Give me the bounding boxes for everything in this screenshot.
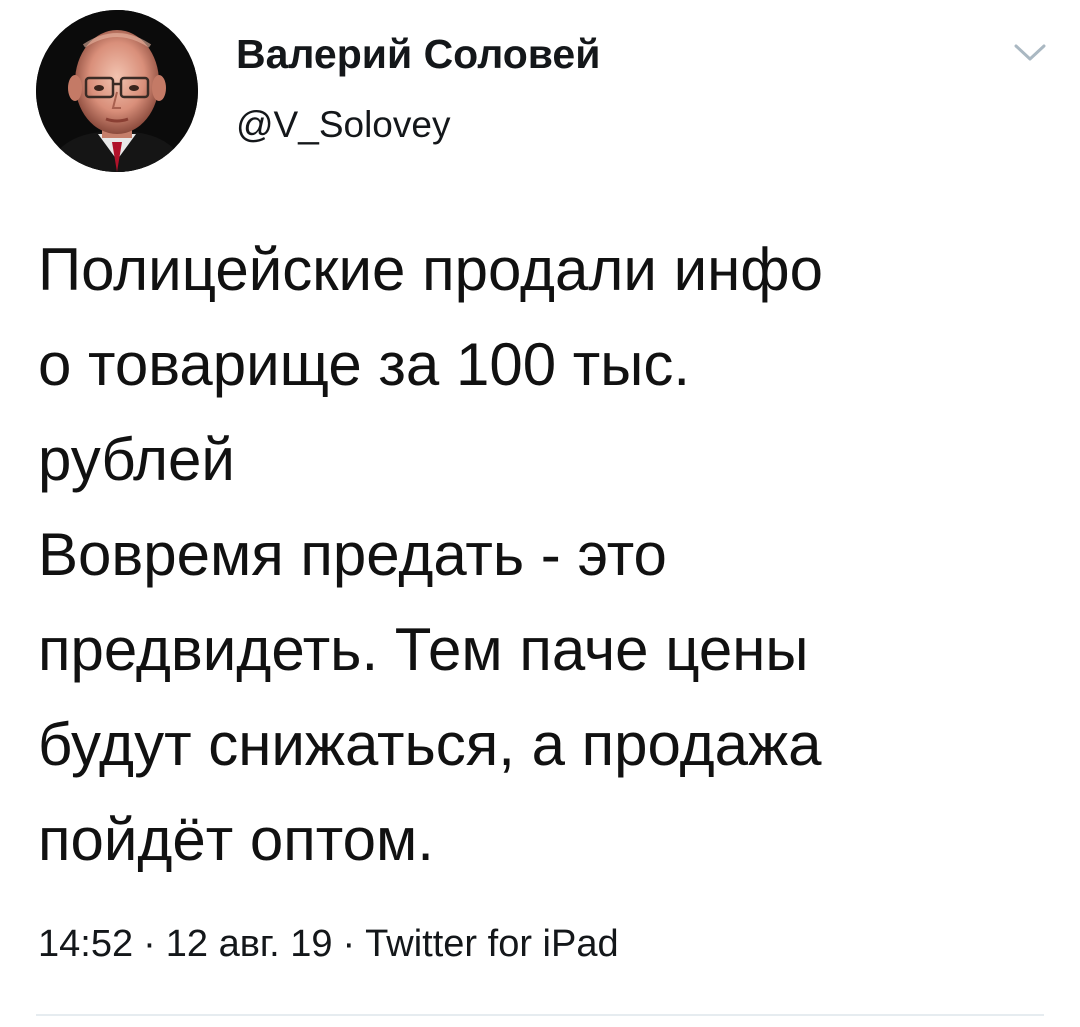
tweet-text-line: о товарище за 100 тыс. bbox=[38, 331, 691, 398]
chevron-down-icon[interactable] bbox=[1012, 40, 1048, 64]
avatar-portrait-image bbox=[36, 10, 198, 172]
meta-separator: · bbox=[342, 923, 356, 965]
tweet-time[interactable]: 14:52 bbox=[38, 923, 133, 965]
author-handle[interactable]: @V_Solovey bbox=[236, 104, 600, 146]
tweet-meta: 14:52 · 12 авг. 19 · Twitter for iPad bbox=[38, 922, 619, 966]
tweet-card: Валерий Соловей @V_Solovey Полицейские п… bbox=[0, 0, 1080, 1027]
tweet-text-line: будут снижаться, а продажа bbox=[38, 711, 822, 778]
tweet-text-line: Вовремя предать - это bbox=[38, 521, 667, 588]
tweet-date[interactable]: 12 авг. 19 bbox=[166, 923, 333, 965]
tweet-text-line: предвидеть. Тем паче цены bbox=[38, 616, 809, 683]
meta-separator: · bbox=[143, 923, 156, 965]
divider bbox=[36, 1014, 1044, 1016]
author-display-name[interactable]: Валерий Соловей bbox=[236, 30, 600, 78]
tweet-text-line: рублей bbox=[38, 426, 235, 493]
author-block: Валерий Соловей @V_Solovey bbox=[236, 30, 600, 146]
tweet-text: Полицейские продали инфо о товарище за 1… bbox=[38, 222, 1048, 887]
tweet-text-line: пойдёт оптом. bbox=[38, 806, 434, 873]
tweet-source[interactable]: Twitter for iPad bbox=[365, 923, 618, 965]
avatar[interactable] bbox=[36, 10, 198, 172]
tweet-text-line: Полицейские продали инфо bbox=[38, 236, 823, 303]
